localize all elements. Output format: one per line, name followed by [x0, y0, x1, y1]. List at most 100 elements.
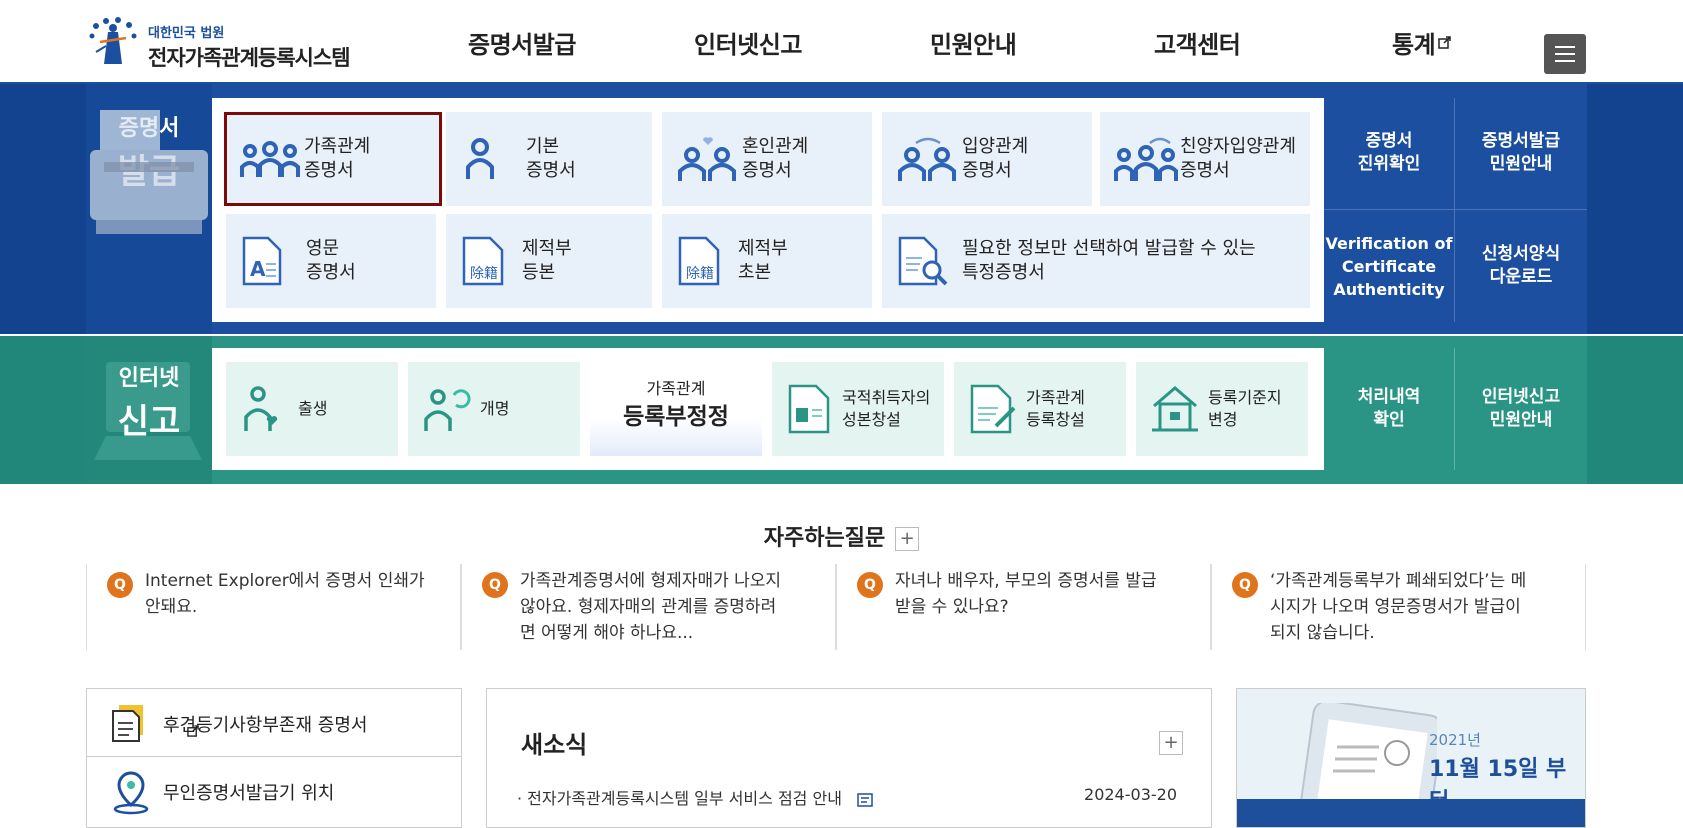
tile-label: 국적취득자의 성본창설 — [842, 388, 931, 429]
faq-item[interactable]: Q 가족관계증명서에 형제자매가 나오지 않아요. 형제자매의 관계를 증명하려 면… — [461, 564, 836, 650]
quick-links-box: 후견등기사항부존재 증명서 무인증명서발급기 위치 — [86, 688, 462, 828]
family-adoption-icon — [1114, 137, 1178, 181]
tile-english-cert[interactable]: A 영문 증명서 — [226, 214, 436, 308]
banner-year: 2021년 — [1429, 731, 1481, 749]
kiosk-location-link[interactable]: 무인증명서발급기 위치 — [87, 757, 461, 825]
quick-link-label: 인터넷신고 민원안내 — [1481, 387, 1561, 430]
guardianship-cert-link[interactable]: 후견등기사항부존재 증명서 — [87, 689, 461, 757]
tile-label: 출생 — [298, 399, 328, 418]
document-icon — [112, 705, 143, 742]
tile-register-correction[interactable]: 가족관계 등록부정정 — [590, 362, 762, 456]
tile-adoption-cert[interactable]: 입양관계 증명서 — [882, 112, 1092, 206]
nav-cert-issue[interactable]: 증명서발급 — [468, 0, 576, 84]
printer-icon — [90, 110, 208, 234]
question-icon: Q — [857, 572, 883, 598]
news-more-button[interactable]: + — [1159, 731, 1183, 755]
section-title-big: 신고 — [117, 402, 181, 442]
tile-label: 제적부 등본 — [522, 238, 572, 283]
hamburger-icon — [1555, 60, 1575, 62]
document-pen-icon — [970, 384, 1016, 434]
adoption-people-icon — [898, 137, 956, 181]
document-a-icon: A — [242, 236, 282, 286]
quick-link-label: 증명서 진위확인 — [1357, 131, 1421, 174]
tile-label: 가족관계 등록창설 — [1026, 388, 1085, 429]
id-document-icon — [788, 384, 830, 434]
news-item-title: · 전자가족관계등록시스템 일부 서비스 점검 안내 — [517, 789, 842, 808]
site-header: 대한민국 법원 전자가족관계등록시스템 증명서발급 인터넷신고 민원안내 고객센… — [0, 0, 1683, 84]
notice-doc-icon — [857, 792, 873, 807]
section-title-small: 인터넷 — [118, 366, 180, 391]
question-icon: Q — [107, 572, 133, 598]
cert-authenticity-check-link[interactable]: 증명서 진위확인 — [1324, 98, 1454, 208]
news-box: 새소식 + · 전자가족관계등록시스템 일부 서비스 점검 안내 2024-03… — [486, 688, 1212, 828]
tile-full-adoption-cert[interactable]: 친양자입양관계 증명서 — [1100, 112, 1310, 206]
tile-registry-base-change[interactable]: 등록기준지 변경 — [1136, 362, 1308, 456]
tile-name-change[interactable]: 개명 — [408, 362, 580, 456]
news-item[interactable]: · 전자가족관계등록시스템 일부 서비스 점검 안내 2024-03-20 — [517, 785, 1177, 809]
faq-more-button[interactable]: + — [895, 527, 920, 551]
tile-naturalized-surname[interactable]: 국적취득자의 성본창설 — [772, 362, 944, 456]
quick-link-label: Verification of Certificate Authenticity — [1325, 233, 1453, 299]
nav-label: 통계 — [1392, 30, 1436, 59]
map-pin-icon — [113, 771, 149, 815]
couple-heart-icon — [678, 137, 736, 181]
tile-removed-register-abstract[interactable]: 除籍 제적부 초본 — [662, 214, 872, 308]
tile-label-small: 가족관계 — [646, 379, 706, 398]
site-logo[interactable]: 대한민국 법원 전자가족관계등록시스템 — [86, 14, 366, 70]
person-heart-icon — [244, 386, 278, 431]
link-label: 무인증명서발급기 위치 — [163, 783, 335, 804]
quick-link-label: 증명서발급 민원안내 — [1481, 131, 1561, 174]
faq-question-text: Internet Explorer에서 증명서 인쇄가 안돼요. — [145, 571, 425, 617]
tile-basic-cert[interactable]: 기본 증명서 — [446, 112, 652, 206]
nav-statistics[interactable]: 통계 — [1392, 0, 1451, 84]
tile-label: 영문 증명서 — [306, 238, 356, 283]
cert-civil-guide-link[interactable]: 증명서발급 민원안내 — [1455, 98, 1587, 208]
external-link-icon — [1438, 35, 1451, 49]
tile-label: 기본 증명서 — [526, 136, 576, 181]
person-icon — [466, 138, 494, 179]
external-link-icon — [187, 725, 199, 737]
link-label: 후견등기사항부존재 증명서 — [163, 715, 368, 737]
nav-label: 민원안내 — [930, 30, 1017, 59]
tile-register-creation[interactable]: 가족관계 등록창설 — [954, 362, 1126, 456]
svg-text:除籍: 除籍 — [686, 265, 714, 282]
hamburger-menu-button[interactable] — [1544, 34, 1586, 74]
nav-customer-center[interactable]: 고객센터 — [1154, 0, 1241, 84]
hamburger-icon — [1555, 46, 1575, 48]
tile-label: 필요한 정보만 선택하여 발급할 수 있는 특정증명서 — [962, 238, 1256, 283]
document-search-icon — [898, 236, 948, 286]
tile-family-relation-cert[interactable]: 가족관계 증명서 — [224, 112, 442, 206]
nav-label: 고객센터 — [1154, 30, 1241, 59]
faq-item[interactable]: Q ‘가족관계등록부가 폐쇄되었다’는 메 시지가 나오며 영문증명서가 발급이 되… — [1211, 564, 1586, 650]
removed-register-document-icon: 除籍 — [462, 236, 504, 286]
nav-internet-report[interactable]: 인터넷신고 — [694, 0, 802, 84]
nav-civil-guide[interactable]: 민원안내 — [930, 0, 1017, 84]
tile-marriage-cert[interactable]: 혼인관계 증명서 — [662, 112, 872, 206]
verification-of-certificate-link[interactable]: Verification of Certificate Authenticity — [1324, 210, 1454, 322]
logo-subtitle: 대한민국 법원 — [148, 26, 225, 41]
band-edge — [1587, 84, 1683, 334]
question-icon: Q — [482, 572, 508, 598]
faq-item[interactable]: Q 자녀나 배우자, 부모의 증명서를 발급 받을 수 있나요? — [836, 564, 1211, 650]
tile-specific-cert[interactable]: 필요한 정보만 선택하여 발급할 수 있는 특정증명서 — [882, 214, 1310, 308]
nav-label: 증명서발급 — [468, 30, 576, 59]
removed-register-document-icon: 除籍 — [678, 236, 720, 286]
news-title: 새소식 — [521, 731, 588, 759]
family-people-icon — [240, 141, 300, 177]
tile-label: 가족관계 증명서 — [304, 136, 371, 181]
faq-item[interactable]: Q Internet Explorer에서 증명서 인쇄가 안돼요. — [86, 564, 461, 650]
tile-removed-register-copy[interactable]: 除籍 제적부 등본 — [446, 214, 652, 308]
process-history-link[interactable]: 처리내역 확인 — [1324, 348, 1454, 470]
band-edge — [1587, 336, 1683, 484]
band-edge — [0, 336, 86, 484]
report-civil-guide-link[interactable]: 인터넷신고 민원안내 — [1455, 348, 1587, 470]
hamburger-icon — [1555, 53, 1575, 55]
svg-text:除籍: 除籍 — [470, 265, 498, 282]
tile-birth-report[interactable]: 출생 — [226, 362, 398, 456]
report-section-title: 인터넷 신고 — [86, 360, 212, 443]
quick-link-label: 신청서양식 다운로드 — [1481, 244, 1561, 287]
promo-banner[interactable]: 2021년 11월 15일 부터 — [1236, 688, 1586, 828]
faq-question-text: ‘가족관계등록부가 폐쇄되었다’는 메 시지가 나오며 영문증명서가 발급이 되지 … — [1270, 571, 1527, 643]
form-download-link[interactable]: 신청서양식 다운로드 — [1455, 210, 1587, 322]
faq-title-text: 자주하는질문 — [763, 526, 886, 551]
